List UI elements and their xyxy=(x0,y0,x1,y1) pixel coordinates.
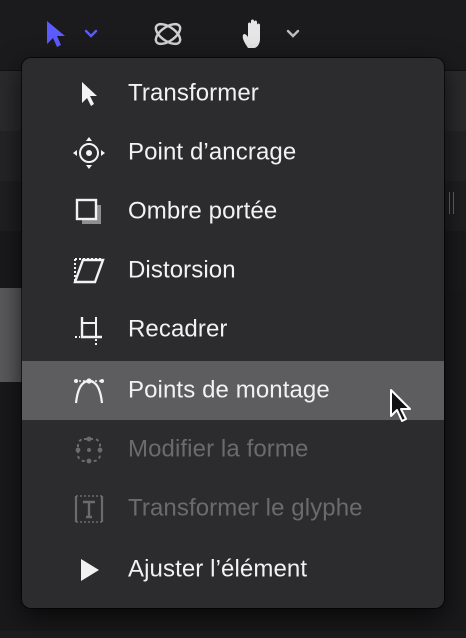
menu-item-adjust-item[interactable]: Ajuster l’élément xyxy=(22,540,444,599)
menu-item-transform-glyph[interactable]: Transformer le glyphe xyxy=(22,479,444,538)
menu-item-edit-points[interactable]: Points de montage xyxy=(22,361,444,420)
pan-tool-button[interactable] xyxy=(240,14,300,54)
background-track xyxy=(0,288,24,382)
arrow-pointer-icon xyxy=(47,21,65,47)
modify-shape-icon xyxy=(72,433,106,467)
menu-item-transformer[interactable]: Transformer xyxy=(22,64,444,123)
adjust-item-icon xyxy=(72,553,106,587)
anchor-point-icon xyxy=(72,136,106,170)
menu-item-label: Point d’ancrage xyxy=(128,137,297,165)
hand-pan-icon xyxy=(242,19,260,48)
menu-item-label: Recadrer xyxy=(128,314,228,342)
menu-item-drop-shadow[interactable]: Ombre portée xyxy=(22,182,444,241)
chevron-down-icon[interactable] xyxy=(84,29,98,39)
menu-item-label: Ombre portée xyxy=(128,196,278,224)
divider xyxy=(449,192,450,214)
edit-points-icon xyxy=(72,374,106,408)
arrow-pointer-icon xyxy=(72,77,106,111)
tool-popup-menu: Transformer Point d’ancrage Ombre portée xyxy=(22,58,444,608)
menu-item-distort[interactable]: Distorsion xyxy=(22,241,444,300)
menu-item-modify-shape[interactable]: Modifier la forme xyxy=(22,420,444,479)
crop-icon xyxy=(72,313,106,347)
mouse-cursor-icon xyxy=(390,389,411,422)
select-transform-tool-button[interactable] xyxy=(44,14,98,54)
menu-item-label: Modifier la forme xyxy=(128,434,309,462)
menu-item-anchor-point[interactable]: Point d’ancrage xyxy=(22,123,444,182)
divider xyxy=(453,192,454,214)
menu-item-label: Points de montage xyxy=(128,375,330,403)
menu-item-crop[interactable]: Recadrer xyxy=(22,300,444,359)
chevron-down-icon[interactable] xyxy=(286,29,300,39)
3d-transform-tool-button[interactable] xyxy=(148,14,188,54)
orbit-3d-icon xyxy=(154,22,182,46)
menu-item-label: Ajuster l’élément xyxy=(128,554,308,582)
menu-item-label: Transformer xyxy=(128,78,259,106)
menu-item-label: Distorsion xyxy=(128,255,236,283)
distort-icon xyxy=(72,254,106,288)
drop-shadow-icon xyxy=(72,195,106,229)
menu-item-label: Transformer le glyphe xyxy=(128,493,363,521)
transform-glyph-icon xyxy=(72,492,106,526)
